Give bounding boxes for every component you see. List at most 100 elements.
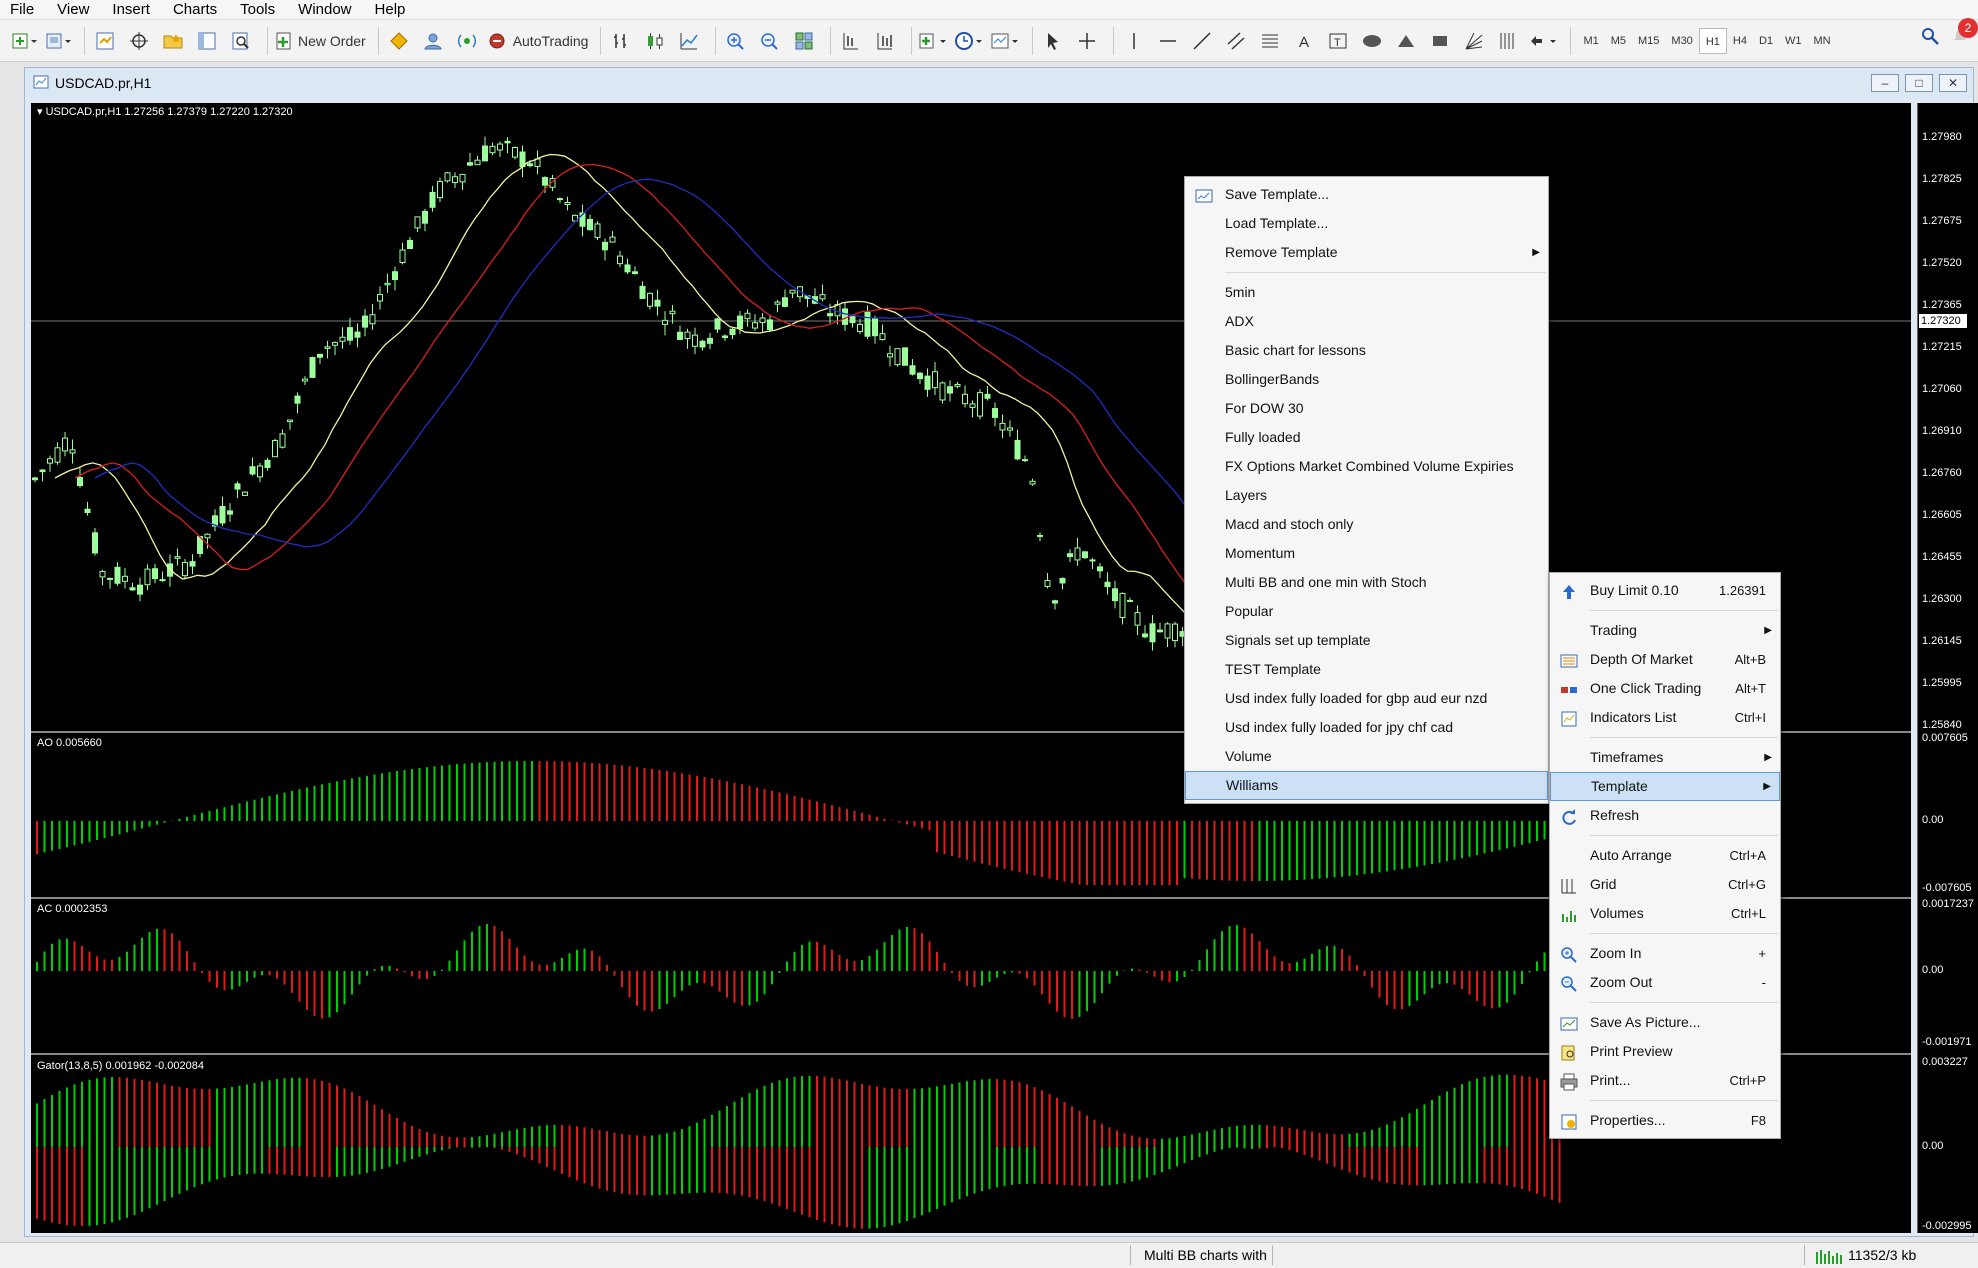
periods-button[interactable]: [954, 25, 984, 57]
signals-button[interactable]: [419, 25, 447, 57]
template-menu-item[interactable]: Multi BB and one min with Stoch: [1185, 568, 1548, 597]
context-menu-item[interactable]: Save As Picture...: [1550, 1008, 1780, 1037]
template-menu-item[interactable]: FX Options Market Combined Volume Expiri…: [1185, 452, 1548, 481]
timeframe-h4[interactable]: H4: [1727, 28, 1753, 54]
trendline-button[interactable]: [1188, 25, 1216, 57]
context-menu-item[interactable]: Volumes Ctrl+L: [1550, 899, 1780, 928]
menu-help[interactable]: Help: [365, 0, 419, 20]
notifications-icon[interactable]: 2: [1950, 18, 1978, 49]
cycle-lines-button[interactable]: [1494, 25, 1522, 57]
profiles-button[interactable]: [44, 25, 72, 57]
timeframe-m1[interactable]: M1: [1577, 28, 1604, 54]
autoscroll-button[interactable]: [871, 25, 899, 57]
text-button[interactable]: A: [1290, 25, 1318, 57]
market-watch-button[interactable]: [91, 25, 119, 57]
bar-chart-button[interactable]: [607, 25, 635, 57]
text-label-button[interactable]: T: [1324, 25, 1352, 57]
triangle-button[interactable]: [1392, 25, 1420, 57]
crosshair-button[interactable]: [1073, 25, 1101, 57]
menu-view[interactable]: View: [47, 0, 102, 20]
indicators-button[interactable]: [918, 25, 948, 57]
context-menu-item[interactable]: Print... Ctrl+P: [1550, 1066, 1780, 1095]
timeframe-h1[interactable]: H1: [1698, 27, 1727, 54]
template-menu-item[interactable]: Save Template...: [1185, 180, 1548, 209]
menu-window[interactable]: Window: [288, 0, 364, 20]
menu-insert[interactable]: Insert: [102, 0, 163, 20]
horizontal-line-button[interactable]: [1154, 25, 1182, 57]
close-button[interactable]: ✕: [1939, 74, 1967, 92]
template-menu-item[interactable]: BollingerBands: [1185, 365, 1548, 394]
menu-file[interactable]: File: [0, 0, 47, 20]
context-menu-item[interactable]: Indicators List Ctrl+I: [1550, 703, 1780, 732]
timeframe-d1[interactable]: D1: [1753, 28, 1779, 54]
fibonacci-button[interactable]: [1256, 25, 1284, 57]
context-menu-item[interactable]: Trading ▶: [1550, 616, 1780, 645]
arrows-button[interactable]: [1528, 25, 1558, 57]
toolbar-separator: [1032, 26, 1034, 55]
templates-button[interactable]: [990, 25, 1020, 57]
context-menu-item[interactable]: Refresh: [1550, 801, 1780, 830]
navigator-button[interactable]: [159, 25, 187, 57]
template-menu-item[interactable]: Fully loaded: [1185, 423, 1548, 452]
new-chart-button[interactable]: [10, 25, 38, 57]
template-menu-item[interactable]: For DOW 30: [1185, 394, 1548, 423]
price-axis[interactable]: 1.27980 1.27825 1.27675 1.27520 1.27365 1.272…: [1917, 103, 1978, 1233]
context-menu-item[interactable]: Template ▶: [1550, 772, 1780, 801]
context-menu-item[interactable]: Depth Of Market Alt+B: [1550, 645, 1780, 674]
gann-fan-button[interactable]: [1460, 25, 1488, 57]
menu-charts[interactable]: Charts: [163, 0, 230, 20]
metaeditor-button[interactable]: [385, 25, 413, 57]
template-menu-item[interactable]: Remove Template ▶: [1185, 238, 1548, 267]
chart-window-titlebar[interactable]: USDCAD.pr,H1: [25, 68, 1973, 98]
timeframe-m5[interactable]: M5: [1605, 28, 1632, 54]
timeframe-w1[interactable]: W1: [1779, 28, 1808, 54]
template-menu-item[interactable]: Layers: [1185, 481, 1548, 510]
data-window-button[interactable]: [125, 25, 153, 57]
template-menu-item[interactable]: Usd index fully loaded for jpy chf cad: [1185, 713, 1548, 742]
rectangle-button[interactable]: [1426, 25, 1454, 57]
zoom-in-button[interactable]: [722, 25, 750, 57]
menu-tools[interactable]: Tools: [230, 0, 288, 20]
context-menu-item[interactable]: One Click Trading Alt+T: [1550, 674, 1780, 703]
template-menu-item[interactable]: 5min: [1185, 278, 1548, 307]
template-menu-item[interactable]: Momentum: [1185, 539, 1548, 568]
tile-windows-button[interactable]: [790, 25, 818, 57]
template-menu-item[interactable]: Signals set up template: [1185, 626, 1548, 655]
template-menu-item[interactable]: Usd index fully loaded for gbp aud eur n…: [1185, 684, 1548, 713]
context-menu-item[interactable]: Print Preview: [1550, 1037, 1780, 1066]
new-order-button[interactable]: New Order: [274, 25, 366, 57]
context-menu-item[interactable]: Auto Arrange Ctrl+A: [1550, 841, 1780, 870]
context-menu-item[interactable]: Zoom Out -: [1550, 968, 1780, 997]
radio-button-tb[interactable]: [453, 25, 481, 57]
template-menu-item[interactable]: Williams: [1185, 771, 1548, 800]
timeframe-mn[interactable]: MN: [1808, 28, 1837, 54]
equidistant-channel-button[interactable]: [1222, 25, 1250, 57]
template-menu-item[interactable]: Load Template...: [1185, 209, 1548, 238]
context-menu-item[interactable]: Zoom In +: [1550, 939, 1780, 968]
context-menu-item[interactable]: Buy Limit 0.10 1.26391: [1550, 576, 1780, 605]
search-icon[interactable]: [1920, 26, 1940, 49]
timeframe-m30[interactable]: M30: [1665, 28, 1698, 54]
context-menu-item[interactable]: Properties... F8: [1550, 1106, 1780, 1135]
autotrading-button[interactable]: AutoTrading: [487, 25, 588, 57]
vertical-line-button[interactable]: [1120, 25, 1148, 57]
zoom-out-button[interactable]: [756, 25, 784, 57]
strategy-tester-button[interactable]: [227, 25, 255, 57]
context-menu-item[interactable]: Grid Ctrl+G: [1550, 870, 1780, 899]
candlestick-button[interactable]: [641, 25, 669, 57]
cursor-button[interactable]: [1039, 25, 1067, 57]
template-menu-item[interactable]: ADX: [1185, 307, 1548, 336]
minimize-button[interactable]: –: [1871, 74, 1899, 92]
chart-shift-button[interactable]: [837, 25, 865, 57]
ellipse-button[interactable]: [1358, 25, 1386, 57]
line-chart-button[interactable]: [675, 25, 703, 57]
terminal-button[interactable]: [193, 25, 221, 57]
template-menu-item[interactable]: Basic chart for lessons: [1185, 336, 1548, 365]
template-menu-item[interactable]: Volume: [1185, 742, 1548, 771]
context-menu-item[interactable]: Timeframes ▶: [1550, 743, 1780, 772]
template-menu-item[interactable]: Popular: [1185, 597, 1548, 626]
timeframe-m15[interactable]: M15: [1632, 28, 1665, 54]
template-menu-item[interactable]: Macd and stoch only: [1185, 510, 1548, 539]
maximize-button[interactable]: □: [1905, 74, 1933, 92]
template-menu-item[interactable]: TEST Template: [1185, 655, 1548, 684]
